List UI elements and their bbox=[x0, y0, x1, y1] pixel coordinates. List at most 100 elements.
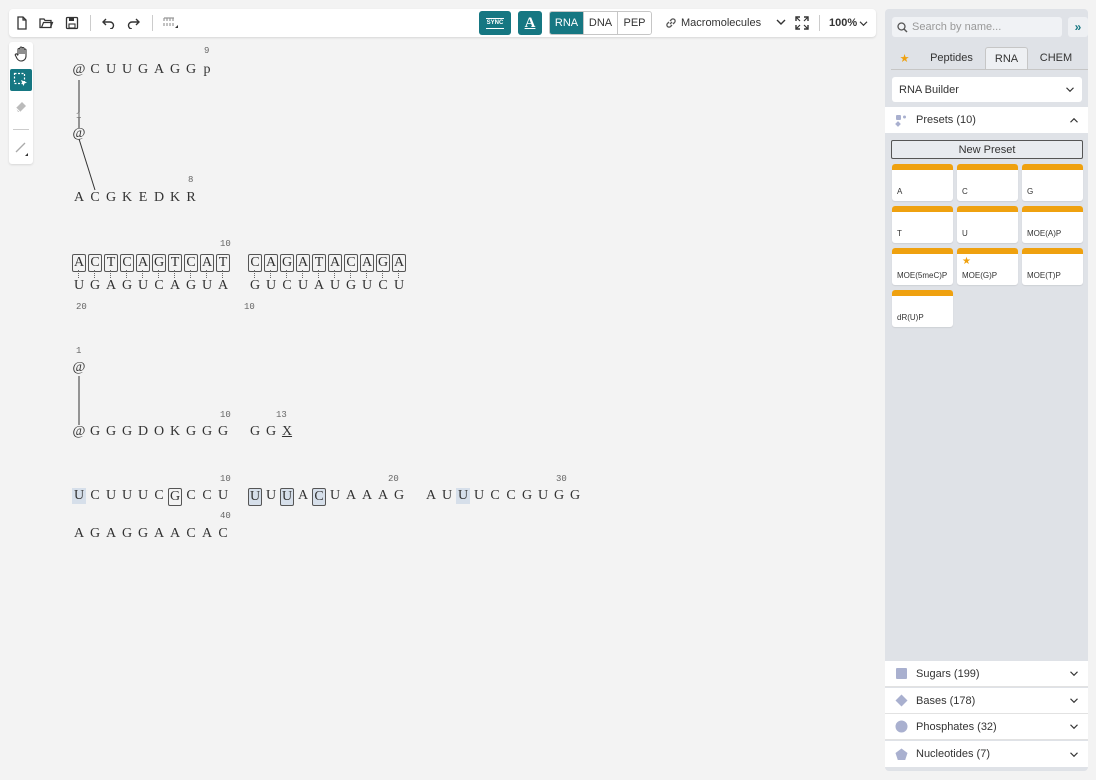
sequence-symbol[interactable]: G bbox=[88, 278, 102, 294]
sequence-symbol[interactable]: A bbox=[200, 526, 214, 542]
sequence-symbol[interactable]: G bbox=[264, 424, 278, 440]
sequence-symbol[interactable]: E bbox=[136, 190, 150, 206]
sequence-layout-icon[interactable] bbox=[159, 13, 181, 33]
preset-card[interactable]: U bbox=[957, 206, 1018, 243]
sequence-symbol[interactable]: C bbox=[488, 488, 502, 504]
sequence-symbol[interactable]: p bbox=[200, 62, 214, 78]
sequence-symbol[interactable]: A bbox=[424, 488, 438, 504]
sequence-symbol[interactable]: A bbox=[104, 526, 118, 542]
sequence-symbol[interactable]: A bbox=[72, 526, 86, 542]
sequence-symbol[interactable]: G bbox=[200, 424, 214, 440]
sequence-symbol[interactable]: A bbox=[264, 254, 278, 272]
sequence-symbol[interactable]: U bbox=[72, 488, 86, 504]
preset-card[interactable]: T bbox=[892, 206, 953, 243]
sequence-symbol[interactable]: G bbox=[168, 488, 182, 506]
sequence-symbol[interactable]: U bbox=[392, 278, 406, 294]
sequence-symbol[interactable]: U bbox=[264, 278, 278, 294]
sequence-symbol[interactable]: A bbox=[392, 254, 406, 272]
sequence-symbol[interactable]: O bbox=[152, 424, 166, 440]
new-preset-button[interactable]: New Preset bbox=[891, 140, 1083, 159]
sequence-symbol[interactable]: C bbox=[152, 488, 166, 504]
sequence-symbol[interactable]: U bbox=[280, 488, 294, 506]
sequence-symbol[interactable]: U bbox=[264, 488, 278, 504]
sequence-symbol[interactable]: U bbox=[104, 488, 118, 504]
preset-card[interactable]: G bbox=[1022, 164, 1083, 201]
sequence-symbol[interactable]: @ bbox=[72, 424, 86, 440]
sequence-symbol[interactable]: C bbox=[88, 488, 102, 504]
sequence-symbol[interactable]: @ bbox=[72, 62, 86, 78]
sequence-symbol[interactable]: A bbox=[216, 278, 230, 294]
open-folder-icon[interactable] bbox=[35, 13, 57, 33]
preset-card[interactable]: C bbox=[957, 164, 1018, 201]
bases-section-header[interactable]: Bases (178) bbox=[885, 688, 1088, 714]
new-file-icon[interactable] bbox=[11, 13, 33, 33]
tab-peptides[interactable]: Peptides bbox=[918, 47, 985, 69]
sequence-symbol[interactable]: C bbox=[376, 278, 390, 294]
sequence-symbol[interactable]: A bbox=[360, 488, 374, 504]
sequence-symbol[interactable]: C bbox=[88, 190, 102, 206]
sequence-symbol[interactable]: C bbox=[184, 488, 198, 504]
bond-tool-icon[interactable] bbox=[10, 137, 32, 159]
type-pep-button[interactable]: PEP bbox=[617, 12, 651, 34]
sequence-symbol[interactable]: A bbox=[168, 278, 182, 294]
fullscreen-icon[interactable] bbox=[791, 13, 813, 33]
sequence-symbol[interactable]: T bbox=[312, 254, 326, 272]
sequence-symbol[interactable]: D bbox=[152, 190, 166, 206]
sequence-symbol[interactable]: C bbox=[216, 526, 230, 542]
sequence-symbol[interactable]: R bbox=[184, 190, 198, 206]
sequence-symbol[interactable]: U bbox=[200, 278, 214, 294]
sync-sequence-button[interactable]: SYNC bbox=[479, 11, 511, 35]
save-icon[interactable] bbox=[61, 13, 83, 33]
preset-card[interactable]: A bbox=[892, 164, 953, 201]
presets-section-header[interactable]: Presets (10) bbox=[885, 107, 1088, 133]
sequence-symbol[interactable]: U bbox=[136, 278, 150, 294]
sequence-symbol[interactable]: X bbox=[280, 424, 294, 440]
sequence-symbol[interactable]: @ bbox=[72, 126, 86, 142]
phosphates-section-header[interactable]: Phosphates (32) bbox=[885, 714, 1088, 740]
tab-chem[interactable]: CHEM bbox=[1028, 47, 1084, 69]
tab-rna[interactable]: RNA bbox=[985, 47, 1028, 69]
sequence-symbol[interactable]: U bbox=[216, 488, 230, 504]
sequence-symbol[interactable]: A bbox=[376, 488, 390, 504]
sequence-symbol[interactable]: C bbox=[344, 254, 358, 272]
favorite-star-icon[interactable]: ★ bbox=[962, 256, 971, 267]
sequence-symbol[interactable]: K bbox=[168, 424, 182, 440]
type-dna-button[interactable]: DNA bbox=[583, 12, 617, 34]
sequence-symbol[interactable]: U bbox=[328, 488, 342, 504]
sequence-symbol[interactable]: G bbox=[248, 278, 262, 294]
sequence-symbol[interactable]: A bbox=[296, 488, 310, 504]
sequence-symbol[interactable]: A bbox=[360, 254, 374, 272]
tab-favorites[interactable]: ★ bbox=[891, 47, 918, 69]
sequence-symbol[interactable]: U bbox=[472, 488, 486, 504]
sequence-symbol[interactable]: U bbox=[120, 488, 134, 504]
sequence-symbol[interactable]: G bbox=[552, 488, 566, 504]
sequence-symbol[interactable]: G bbox=[216, 424, 230, 440]
sequence-symbol[interactable]: A bbox=[328, 254, 342, 272]
sequence-symbol[interactable]: A bbox=[296, 254, 310, 272]
sequence-symbol[interactable]: G bbox=[104, 190, 118, 206]
sequence-symbol[interactable]: A bbox=[312, 278, 326, 294]
sequence-canvas[interactable]: 9 @ C U U G A G Gp 1 @ 8 ACGKEDKR 10 ACTCAGTCAT… bbox=[40, 40, 880, 780]
sequence-symbol[interactable]: U bbox=[248, 488, 262, 506]
nucleotides-section-header[interactable]: Nucleotides (7) bbox=[885, 741, 1088, 767]
sequence-symbol[interactable]: A bbox=[72, 190, 86, 206]
sequence-symbol[interactable]: C bbox=[184, 254, 198, 272]
antisense-button[interactable]: A bbox=[518, 11, 542, 35]
sequence-symbol[interactable]: D bbox=[136, 424, 150, 440]
preset-card[interactable]: dR(U)P bbox=[892, 290, 953, 327]
select-rectangle-icon[interactable] bbox=[10, 69, 32, 91]
sequence-symbol[interactable]: G bbox=[280, 254, 294, 272]
sequence-symbol[interactable]: G bbox=[184, 278, 198, 294]
sequence-symbol[interactable]: G bbox=[392, 488, 406, 504]
sequence-symbol[interactable]: A bbox=[152, 526, 166, 542]
sequence-symbol[interactable]: A bbox=[200, 254, 214, 272]
sequence-symbol[interactable]: C bbox=[280, 278, 294, 294]
sequence-symbol[interactable]: G bbox=[104, 424, 118, 440]
sequence-symbol[interactable]: K bbox=[168, 190, 182, 206]
sequence-symbol[interactable]: A bbox=[152, 62, 166, 78]
sequence-symbol[interactable]: K bbox=[120, 190, 134, 206]
sequence-symbol[interactable]: @ bbox=[72, 360, 86, 376]
sequence-symbol[interactable]: T bbox=[216, 254, 230, 272]
layout-mode-dropdown[interactable]: Macromolecules bbox=[664, 13, 786, 33]
sequence-symbol[interactable]: C bbox=[152, 278, 166, 294]
